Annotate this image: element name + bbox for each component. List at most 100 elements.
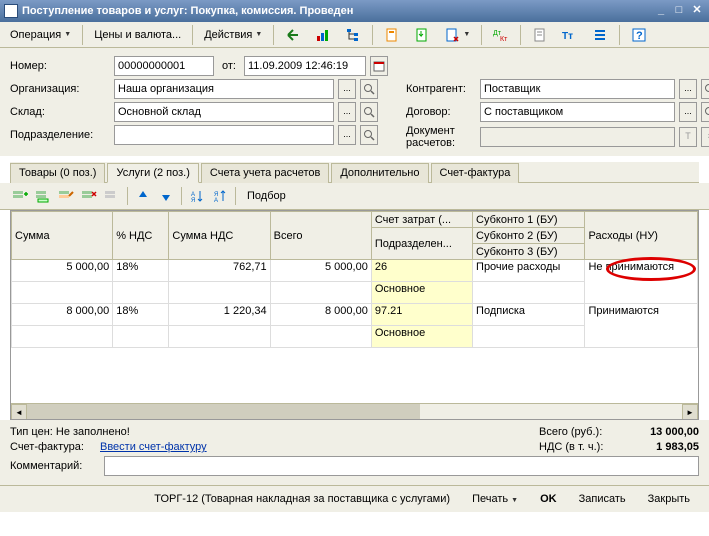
col-total[interactable]: Всего xyxy=(270,212,371,260)
cell-vat-pct[interactable]: 18% xyxy=(113,304,169,326)
date-field[interactable]: 11.09.2009 12:46:19 xyxy=(244,56,366,76)
toolbar-fill-button[interactable] xyxy=(408,25,436,45)
grid-toolbar: AЯ ЯA Подбор xyxy=(0,183,709,210)
cell-vat-pct[interactable]: 18% xyxy=(113,260,169,282)
scroll-thumb[interactable] xyxy=(27,404,420,419)
toolbar-tt-button[interactable]: Тт xyxy=(556,25,584,45)
close-button[interactable]: ✕ xyxy=(689,4,705,18)
dept-open-button[interactable] xyxy=(360,125,378,145)
grid-delete-button[interactable] xyxy=(79,186,99,206)
contractor-open-button[interactable] xyxy=(701,79,709,99)
org-field[interactable]: Наша организация xyxy=(114,79,334,99)
org-select-button[interactable]: ... xyxy=(338,79,356,99)
cell-sub1[interactable]: Прочие расходы xyxy=(473,260,585,282)
grid-end-edit-button[interactable] xyxy=(102,186,122,206)
toolbar-post-button[interactable] xyxy=(279,25,307,45)
cell-sub1[interactable]: Подписка xyxy=(473,304,585,326)
scroll-track[interactable] xyxy=(27,404,682,419)
main-toolbar: Операция ▼ Цены и валюта... Действия ▼ ▼… xyxy=(0,22,709,48)
col-cost-acc[interactable]: Счет затрат (... xyxy=(371,212,472,228)
col-sub1[interactable]: Субконто 1 (БУ) xyxy=(473,212,585,228)
table-row[interactable]: 8 000,00 18% 1 220,34 8 000,00 97.21 Под… xyxy=(12,304,698,326)
scroll-left-button[interactable]: ◄ xyxy=(11,404,27,420)
toolbar-help-button[interactable]: ? xyxy=(625,25,653,45)
table-row[interactable]: 5 000,00 18% 762,71 5 000,00 26 Прочие р… xyxy=(12,260,698,282)
cell-total[interactable]: 5 000,00 xyxy=(270,260,371,282)
cell-dept[interactable]: Основное xyxy=(371,326,472,348)
print-button[interactable]: Печать ▼ xyxy=(463,490,527,508)
col-sum[interactable]: Сумма xyxy=(12,212,113,260)
save-button[interactable]: Записать xyxy=(570,490,635,508)
operation-menu[interactable]: Операция ▼ xyxy=(4,27,77,43)
grid-sort-asc-button[interactable]: AЯ xyxy=(187,186,207,206)
col-vat-pct[interactable]: % НДС xyxy=(113,212,169,260)
contract-field[interactable]: С поставщиком xyxy=(480,102,675,122)
contract-select-button[interactable]: ... xyxy=(679,102,697,122)
actions-menu[interactable]: Действия ▼ xyxy=(198,27,268,43)
close-form-button[interactable]: Закрыть xyxy=(639,490,699,508)
horizontal-scrollbar[interactable]: ◄ ► xyxy=(11,403,698,419)
col-exp-nu[interactable]: Расходы (НУ) xyxy=(585,212,698,260)
grid-add-button[interactable] xyxy=(10,186,30,206)
calendar-button[interactable] xyxy=(370,56,388,76)
col-sub2[interactable]: Субконто 2 (БУ) xyxy=(473,228,585,244)
dept-field[interactable] xyxy=(114,125,334,145)
doccalc-x-button[interactable]: × xyxy=(701,127,709,147)
grid-edit-button[interactable] xyxy=(56,186,76,206)
tab-accounts[interactable]: Счета учета расчетов xyxy=(201,163,329,183)
number-field[interactable]: 00000000001 xyxy=(114,56,214,76)
contractor-field[interactable]: Поставщик xyxy=(480,79,675,99)
list-icon xyxy=(592,27,608,43)
toolbar-dt-kt-button[interactable]: ДтКт xyxy=(487,25,515,45)
toolbar-list-button[interactable] xyxy=(586,25,614,45)
cell-exp-nu[interactable]: Не принимаются xyxy=(585,260,698,304)
maximize-button[interactable]: □ xyxy=(671,4,687,18)
col-vat-sum[interactable]: Сумма НДС xyxy=(169,212,270,260)
doccalc-label: Документ расчетов: xyxy=(406,125,476,149)
toolbar-create-button[interactable]: ▼ xyxy=(438,25,476,45)
cell-cost-acc[interactable]: 97.21 xyxy=(371,304,472,326)
grid-move-down-button[interactable] xyxy=(156,186,176,206)
col-sub3[interactable]: Субконто 3 (БУ) xyxy=(473,244,585,260)
invoice-link[interactable]: Ввести счет-фактуру xyxy=(100,441,539,453)
toolbar-basis-button[interactable] xyxy=(378,25,406,45)
tab-goods[interactable]: Товары (0 поз.) xyxy=(10,163,105,183)
cell-vat-sum[interactable]: 1 220,34 xyxy=(169,304,270,326)
contract-open-button[interactable] xyxy=(701,102,709,122)
org-open-button[interactable] xyxy=(360,79,378,99)
cell-sum[interactable]: 5 000,00 xyxy=(12,260,113,282)
doccalc-t-button[interactable]: T xyxy=(679,127,697,147)
warehouse-select-button[interactable]: ... xyxy=(338,102,356,122)
toolbar-struct-button[interactable] xyxy=(339,25,367,45)
tab-services[interactable]: Услуги (2 поз.) xyxy=(107,163,198,183)
tab-additional[interactable]: Дополнительно xyxy=(331,163,428,183)
warehouse-field[interactable]: Основной склад xyxy=(114,102,334,122)
scroll-right-button[interactable]: ► xyxy=(682,404,698,420)
prices-button[interactable]: Цены и валюта... xyxy=(88,27,187,43)
row-delete-icon xyxy=(81,188,97,204)
magnifier-icon xyxy=(363,129,375,141)
cell-cost-acc[interactable]: 26 xyxy=(371,260,472,282)
cell-exp-nu[interactable]: Принимаются xyxy=(585,304,698,348)
dept-select-button[interactable]: ... xyxy=(338,125,356,145)
bottom-bar: ТОРГ-12 (Товарная накладная за поставщик… xyxy=(0,485,709,512)
torg12-button[interactable]: ТОРГ-12 (Товарная накладная за поставщик… xyxy=(145,490,459,508)
podbor-button[interactable]: Подбор xyxy=(241,188,292,204)
toolbar-doc-button[interactable] xyxy=(526,25,554,45)
warehouse-open-button[interactable] xyxy=(360,102,378,122)
grid-sort-desc-button[interactable]: ЯA xyxy=(210,186,230,206)
comment-field[interactable] xyxy=(104,456,699,476)
ok-button[interactable]: OK xyxy=(531,490,566,508)
cell-total[interactable]: 8 000,00 xyxy=(270,304,371,326)
minimize-button[interactable]: _ xyxy=(653,4,669,18)
grid-copy-button[interactable] xyxy=(33,186,53,206)
tab-invoice[interactable]: Счет-фактура xyxy=(431,163,520,183)
toolbar-movements-button[interactable] xyxy=(309,25,337,45)
cell-dept[interactable]: Основное xyxy=(371,282,472,304)
grid-move-up-button[interactable] xyxy=(133,186,153,206)
col-subdept[interactable]: Подразделен... xyxy=(371,228,472,260)
cell-sum[interactable]: 8 000,00 xyxy=(12,304,113,326)
form-header: Номер: 00000000001 от: 11.09.2009 12:46:… xyxy=(0,48,709,156)
cell-vat-sum[interactable]: 762,71 xyxy=(169,260,270,282)
contractor-select-button[interactable]: ... xyxy=(679,79,697,99)
